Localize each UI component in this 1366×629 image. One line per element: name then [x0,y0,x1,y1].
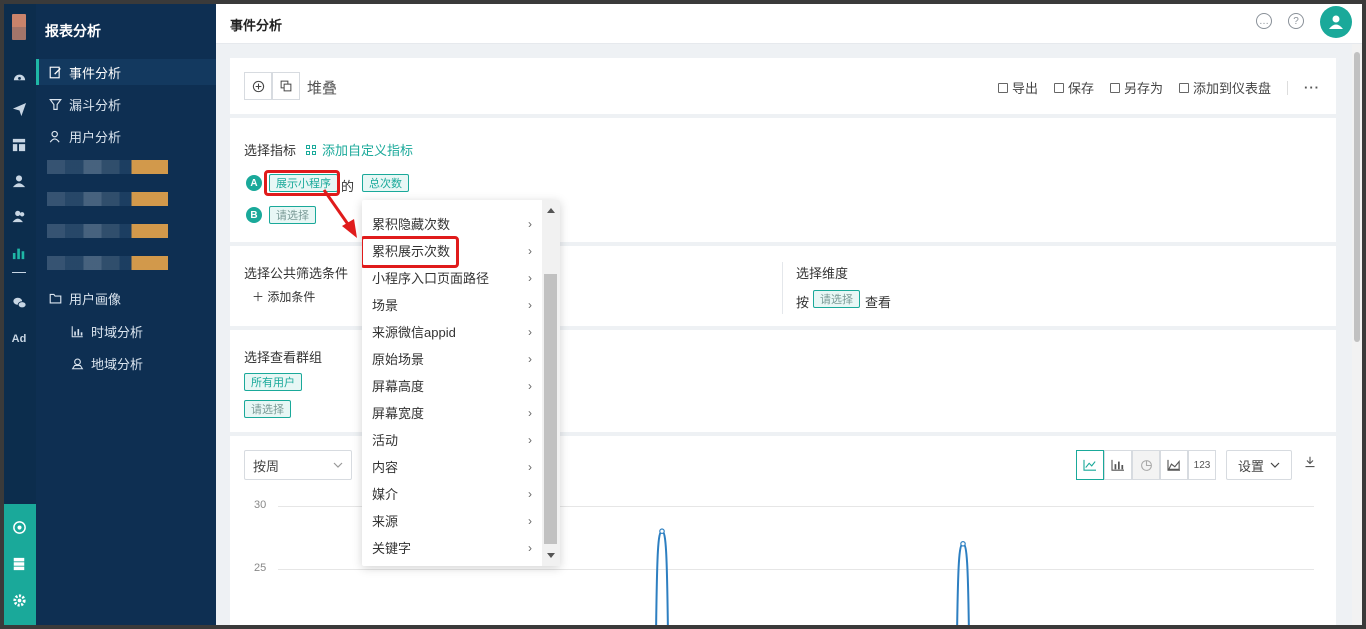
annotation-arrow [322,189,357,238]
app-window: Ad 报表分析 事件分析 漏斗分析 用户分析 用户画像 时域分析 地域分析 事件… [4,4,1362,625]
